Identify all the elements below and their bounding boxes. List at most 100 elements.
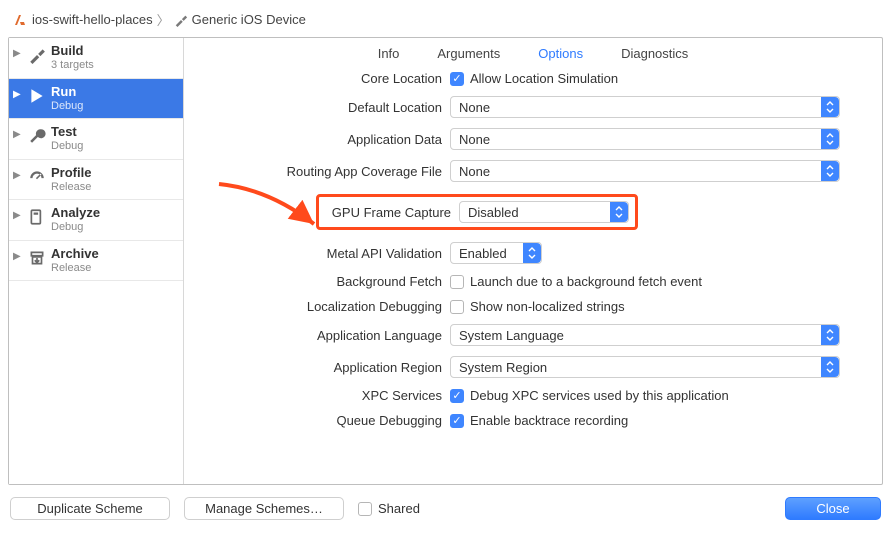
- disclosure-icon: ▶: [13, 166, 23, 181]
- disclosure-icon: ▶: [13, 44, 23, 59]
- application-data-select[interactable]: None: [450, 128, 840, 150]
- gpu-frame-select[interactable]: Disabled: [459, 201, 629, 223]
- routing-label: Routing App Coverage File: [202, 164, 442, 179]
- duplicate-scheme-button[interactable]: Duplicate Scheme: [10, 497, 170, 520]
- loc-debug-checkbox[interactable]: [450, 300, 464, 314]
- sidebar-item-test[interactable]: ▶ Test Debug: [9, 119, 183, 160]
- row-default-location: Default Location None: [202, 96, 864, 118]
- select-value: Disabled: [468, 205, 519, 220]
- breadcrumb-separator: 〉: [157, 10, 170, 29]
- options-tabs: Info Arguments Options Diagnostics: [184, 38, 882, 69]
- row-localization-debugging: Localization Debugging Show non-localize…: [202, 299, 864, 314]
- app-lang-label: Application Language: [202, 328, 442, 343]
- tab-diagnostics[interactable]: Diagnostics: [621, 46, 688, 61]
- bg-fetch-checkbox[interactable]: [450, 275, 464, 289]
- allow-location-text: Allow Location Simulation: [470, 71, 618, 86]
- bg-fetch-label: Background Fetch: [202, 274, 442, 289]
- select-value: System Region: [459, 360, 547, 375]
- application-data-label: Application Data: [202, 132, 442, 147]
- sidebar-item-sublabel: 3 targets: [51, 59, 94, 72]
- app-region-select[interactable]: System Region: [450, 356, 840, 378]
- queue-checkbox[interactable]: ✓: [450, 414, 464, 428]
- row-application-language: Application Language System Language: [202, 324, 864, 346]
- sidebar-item-sublabel: Release: [51, 262, 99, 275]
- chevron-updown-icon: [523, 243, 541, 263]
- xpc-checkbox[interactable]: ✓: [450, 389, 464, 403]
- shared-checkbox[interactable]: [358, 502, 372, 516]
- select-value: System Language: [459, 328, 564, 343]
- dialog-footer: Duplicate Scheme Manage Schemes… Shared …: [8, 485, 883, 520]
- row-gpu-frame-capture: GPU Frame Capture Disabled: [202, 194, 864, 230]
- xpc-text: Debug XPC services used by this applicat…: [470, 388, 729, 403]
- shared-checkbox-group: Shared: [358, 501, 420, 516]
- callout-highlight: GPU Frame Capture Disabled: [316, 194, 638, 230]
- queue-label: Queue Debugging: [202, 413, 442, 428]
- breadcrumb-device[interactable]: Generic iOS Device: [192, 12, 306, 27]
- chevron-updown-icon: [821, 357, 839, 377]
- hammer-icon: [174, 13, 188, 27]
- analyze-icon: [27, 206, 47, 226]
- core-location-label: Core Location: [202, 71, 442, 86]
- play-icon: [27, 85, 47, 105]
- row-background-fetch: Background Fetch Launch due to a backgro…: [202, 274, 864, 289]
- sidebar-item-run[interactable]: ▶ Run Debug: [9, 79, 183, 120]
- disclosure-icon: ▶: [13, 247, 23, 262]
- disclosure-icon: ▶: [13, 206, 23, 221]
- archive-icon: [27, 247, 47, 267]
- chevron-updown-icon: [821, 325, 839, 345]
- tab-options[interactable]: Options: [538, 46, 583, 61]
- sidebar-item-sublabel: Debug: [51, 221, 100, 234]
- xcode-app-icon: [12, 12, 28, 28]
- sidebar-item-label: Analyze: [51, 206, 100, 221]
- scheme-content: Info Arguments Options Diagnostics Core …: [184, 38, 882, 484]
- chevron-updown-icon: [821, 97, 839, 117]
- close-button[interactable]: Close: [785, 497, 881, 520]
- bg-fetch-text: Launch due to a background fetch event: [470, 274, 702, 289]
- shared-label: Shared: [378, 501, 420, 516]
- loc-debug-text: Show non-localized strings: [470, 299, 625, 314]
- sidebar-item-build[interactable]: ▶ Build 3 targets: [9, 38, 183, 79]
- tab-arguments[interactable]: Arguments: [437, 46, 500, 61]
- breadcrumb[interactable]: ios-swift-hello-places 〉 Generic iOS Dev…: [8, 8, 883, 37]
- app-lang-select[interactable]: System Language: [450, 324, 840, 346]
- gauge-icon: [27, 166, 47, 186]
- chevron-updown-icon: [821, 161, 839, 181]
- hammer-icon: [27, 44, 47, 64]
- xpc-label: XPC Services: [202, 388, 442, 403]
- gpu-frame-label: GPU Frame Capture: [325, 205, 451, 220]
- app-region-label: Application Region: [202, 360, 442, 375]
- default-location-select[interactable]: None: [450, 96, 840, 118]
- tab-info[interactable]: Info: [378, 46, 400, 61]
- row-application-region: Application Region System Region: [202, 356, 864, 378]
- select-value: None: [459, 132, 490, 147]
- scheme-sidebar: ▶ Build 3 targets ▶ Run Debug: [9, 38, 184, 484]
- sidebar-item-label: Profile: [51, 166, 91, 181]
- routing-select[interactable]: None: [450, 160, 840, 182]
- row-metal-validation: Metal API Validation Enabled: [202, 242, 864, 264]
- manage-schemes-button[interactable]: Manage Schemes…: [184, 497, 344, 520]
- sidebar-item-sublabel: Debug: [51, 140, 83, 153]
- row-core-location: Core Location ✓ Allow Location Simulatio…: [202, 71, 864, 86]
- sidebar-item-analyze[interactable]: ▶ Analyze Debug: [9, 200, 183, 241]
- allow-location-checkbox[interactable]: ✓: [450, 72, 464, 86]
- queue-text: Enable backtrace recording: [470, 413, 628, 428]
- select-value: Enabled: [459, 246, 507, 261]
- row-queue-debugging: Queue Debugging ✓ Enable backtrace recor…: [202, 413, 864, 428]
- metal-select[interactable]: Enabled: [450, 242, 542, 264]
- sidebar-item-profile[interactable]: ▶ Profile Release: [9, 160, 183, 201]
- sidebar-item-sublabel: Release: [51, 181, 91, 194]
- chevron-updown-icon: [821, 129, 839, 149]
- sidebar-item-archive[interactable]: ▶ Archive Release: [9, 241, 183, 282]
- sidebar-item-label: Archive: [51, 247, 99, 262]
- wrench-icon: [27, 125, 47, 145]
- select-value: None: [459, 164, 490, 179]
- scheme-editor: ▶ Build 3 targets ▶ Run Debug: [8, 37, 883, 485]
- sidebar-item-sublabel: Debug: [51, 100, 83, 113]
- breadcrumb-project[interactable]: ios-swift-hello-places: [32, 12, 153, 27]
- metal-label: Metal API Validation: [202, 246, 442, 261]
- sidebar-item-label: Test: [51, 125, 83, 140]
- chevron-updown-icon: [610, 202, 628, 222]
- row-application-data: Application Data None: [202, 128, 864, 150]
- row-xpc-services: XPC Services ✓ Debug XPC services used b…: [202, 388, 864, 403]
- row-routing-file: Routing App Coverage File None: [202, 160, 864, 182]
